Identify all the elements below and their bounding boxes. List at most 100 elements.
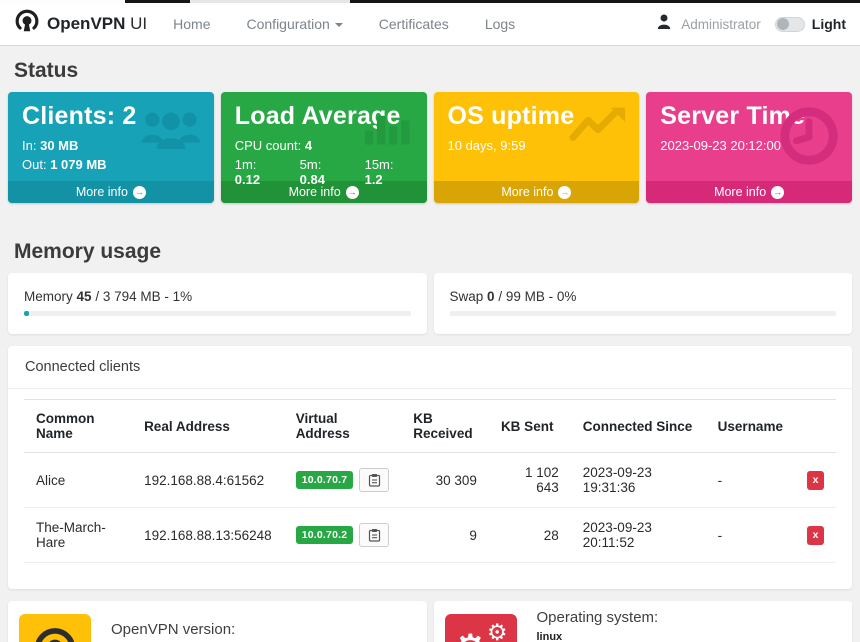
gear-glyph: ⚙ [452, 629, 490, 642]
memory-progress-bar [24, 311, 411, 316]
cell-username: - [706, 508, 795, 563]
brand-text: OpenVPN UI [47, 14, 147, 34]
load-average-card: Load Average CPU count: 4 1m: 0.12 5m: 0… [221, 92, 427, 203]
load-15m: 15m: 1.2 [365, 157, 413, 187]
load-values: 1m: 0.12 5m: 0.84 15m: 1.2 [235, 157, 413, 187]
cell-actions: x [795, 508, 836, 563]
clock-icon [778, 105, 840, 172]
window-top-edge-segment [0, 0, 125, 3]
load-1m: 1m: 0.12 [235, 157, 283, 187]
cell-real-address: 192.168.88.4:61562 [132, 453, 284, 508]
arrow-circle-right-icon: → [771, 186, 784, 199]
clients-out-label: Out: [22, 157, 47, 172]
disconnect-client-button[interactable]: x [807, 471, 824, 490]
load-average-card-body: Load Average CPU count: 4 1m: 0.12 5m: 0… [221, 92, 427, 181]
os-uptime-card-body: OS uptime 10 days, 9:59 [434, 92, 640, 181]
copy-ip-button[interactable] [359, 468, 389, 492]
nav-configuration[interactable]: Configuration [247, 16, 343, 32]
window-top-edge [0, 0, 860, 3]
navbar: OpenVPN UI Home Configuration Certificat… [0, 3, 860, 46]
os-value: linux [537, 629, 659, 642]
cell-common-name: Alice [24, 453, 132, 508]
os-uptime-card: OS uptime 10 days, 9:59 More info→ [434, 92, 640, 203]
cell-common-name: The-March-Hare [24, 508, 132, 563]
nav-home[interactable]: Home [173, 16, 210, 32]
nav-home-label: Home [173, 16, 210, 32]
cell-actions: x [795, 453, 836, 508]
cell-username: - [706, 453, 795, 508]
more-info-label: More info [714, 185, 766, 199]
connected-clients-table: Common Name Real Address Virtual Address… [24, 399, 836, 563]
cell-kb-received: 30 309 [401, 453, 489, 508]
swap-label: Swap [450, 289, 484, 304]
memory-text: Memory 45 / 3 794 MB - 1% [24, 289, 411, 304]
swap-value: 0 [487, 289, 495, 304]
cell-kb-sent: 28 [489, 508, 571, 563]
more-info-label: More info [289, 185, 341, 199]
col-real-address: Real Address [132, 400, 284, 453]
server-time-more-link[interactable]: More info → [646, 181, 852, 203]
clients-more-link[interactable]: More info → [8, 181, 214, 203]
virtual-ip-badge: 10.0.70.2 [296, 526, 354, 544]
connected-clients-title: Connected clients [8, 346, 852, 389]
cell-virtual-address: 10.0.70.2 [284, 508, 402, 563]
clients-card: Clients: 2 In: 30 MB Out: 1 079 MB More … [8, 92, 214, 203]
load-1m-label: 1m: [235, 157, 257, 172]
table-row: The-March-Hare 192.168.88.13:56248 10.0.… [24, 508, 836, 563]
brand-name: OpenVPN [47, 14, 125, 33]
window-top-edge-segment [190, 0, 350, 3]
toggle-knob [777, 18, 789, 30]
col-connected-since: Connected Since [571, 400, 706, 453]
arrow-circle-right-icon: → [346, 186, 359, 199]
disconnect-client-button[interactable]: x [807, 526, 824, 545]
col-kb-sent: KB Sent [489, 400, 571, 453]
server-time-card-body: Server Time 2023-09-23 20:12:00 [646, 92, 852, 181]
memory-detail: / 3 794 MB - 1% [95, 289, 192, 304]
cpu-count-value: 4 [305, 138, 312, 153]
operating-system-text: Operating system: linux Architecture: ar… [537, 609, 669, 642]
load-15m-value: 1.2 [365, 172, 383, 187]
clients-in-value: 30 MB [40, 138, 78, 153]
user-menu[interactable]: Administrator [681, 17, 761, 32]
clients-card-body: Clients: 2 In: 30 MB Out: 1 079 MB [8, 92, 214, 181]
users-icon [140, 105, 202, 157]
nav-logs[interactable]: Logs [485, 16, 515, 32]
openvpn-version-text: OpenVPN version: OpenVPN 2.6.5 aarch64-a… [111, 621, 419, 642]
swap-detail: / 99 MB - 0% [498, 289, 576, 304]
server-time-card: Server Time 2023-09-23 20:12:00 More inf… [646, 92, 852, 203]
nav-certificates[interactable]: Certificates [379, 16, 449, 32]
swap-progress-bar [450, 311, 837, 316]
load-1m-value: 0.12 [235, 172, 260, 187]
nav-certificates-label: Certificates [379, 16, 449, 32]
memory-cards: Memory 45 / 3 794 MB - 1% Swap 0 / 99 MB… [8, 273, 852, 334]
connected-clients-panel: Connected clients Common Name Real Addre… [8, 346, 852, 589]
theme-toggle[interactable] [775, 17, 805, 32]
nav-configuration-label: Configuration [247, 16, 330, 32]
openvpn-version-card: OpenVPN version: OpenVPN 2.6.5 aarch64-a… [8, 601, 427, 642]
memory-label: Memory [24, 289, 73, 304]
table-row: Alice 192.168.88.4:61562 10.0.70.7 [24, 453, 836, 508]
trend-up-icon [569, 105, 627, 150]
swap-text: Swap 0 / 99 MB - 0% [450, 289, 837, 304]
uptime-more-link[interactable]: More info→ [434, 181, 640, 203]
load-5m-label: 5m: [300, 157, 322, 172]
nav-logs-label: Logs [485, 16, 515, 32]
memory-value: 45 [77, 289, 92, 304]
cell-virtual-address: 10.0.70.7 [284, 453, 402, 508]
clients-in-label: In: [22, 138, 36, 153]
col-common-name: Common Name [24, 400, 132, 453]
arrow-circle-right-icon: → [133, 186, 146, 199]
memory-progress-fill [24, 311, 29, 316]
os-title: Operating system: [537, 609, 659, 626]
nav-links: Home Configuration Certificates Logs [173, 16, 515, 32]
load-5m-value: 0.84 [300, 172, 325, 187]
main-content: Status Clients: 2 In: 30 MB Out: 1 079 M… [0, 59, 860, 642]
operating-system-card: ⚙ ⚙ ⚙ Operating system: linux Architectu… [434, 601, 853, 642]
gear-glyph: ⚙ [487, 622, 508, 642]
openvpn-logo-icon [14, 9, 40, 40]
memory-card: Memory 45 / 3 794 MB - 1% [8, 273, 427, 334]
more-info-label: More info [76, 185, 128, 199]
copy-ip-button[interactable] [359, 523, 389, 547]
cell-real-address: 192.168.88.13:56248 [132, 508, 284, 563]
brand[interactable]: OpenVPN UI [14, 9, 147, 40]
